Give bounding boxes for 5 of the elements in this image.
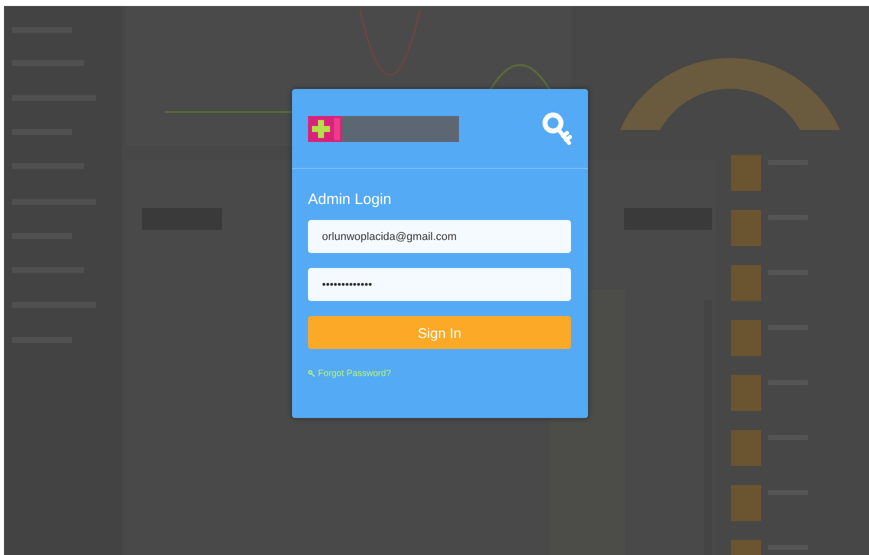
key-icon [308, 370, 315, 376]
email-field[interactable]: orlunwoplacida@gmail.com [308, 220, 571, 253]
login-title: Admin Login [308, 191, 392, 208]
password-field[interactable]: ••••••••••••• [308, 268, 571, 301]
key-icon [542, 112, 572, 146]
